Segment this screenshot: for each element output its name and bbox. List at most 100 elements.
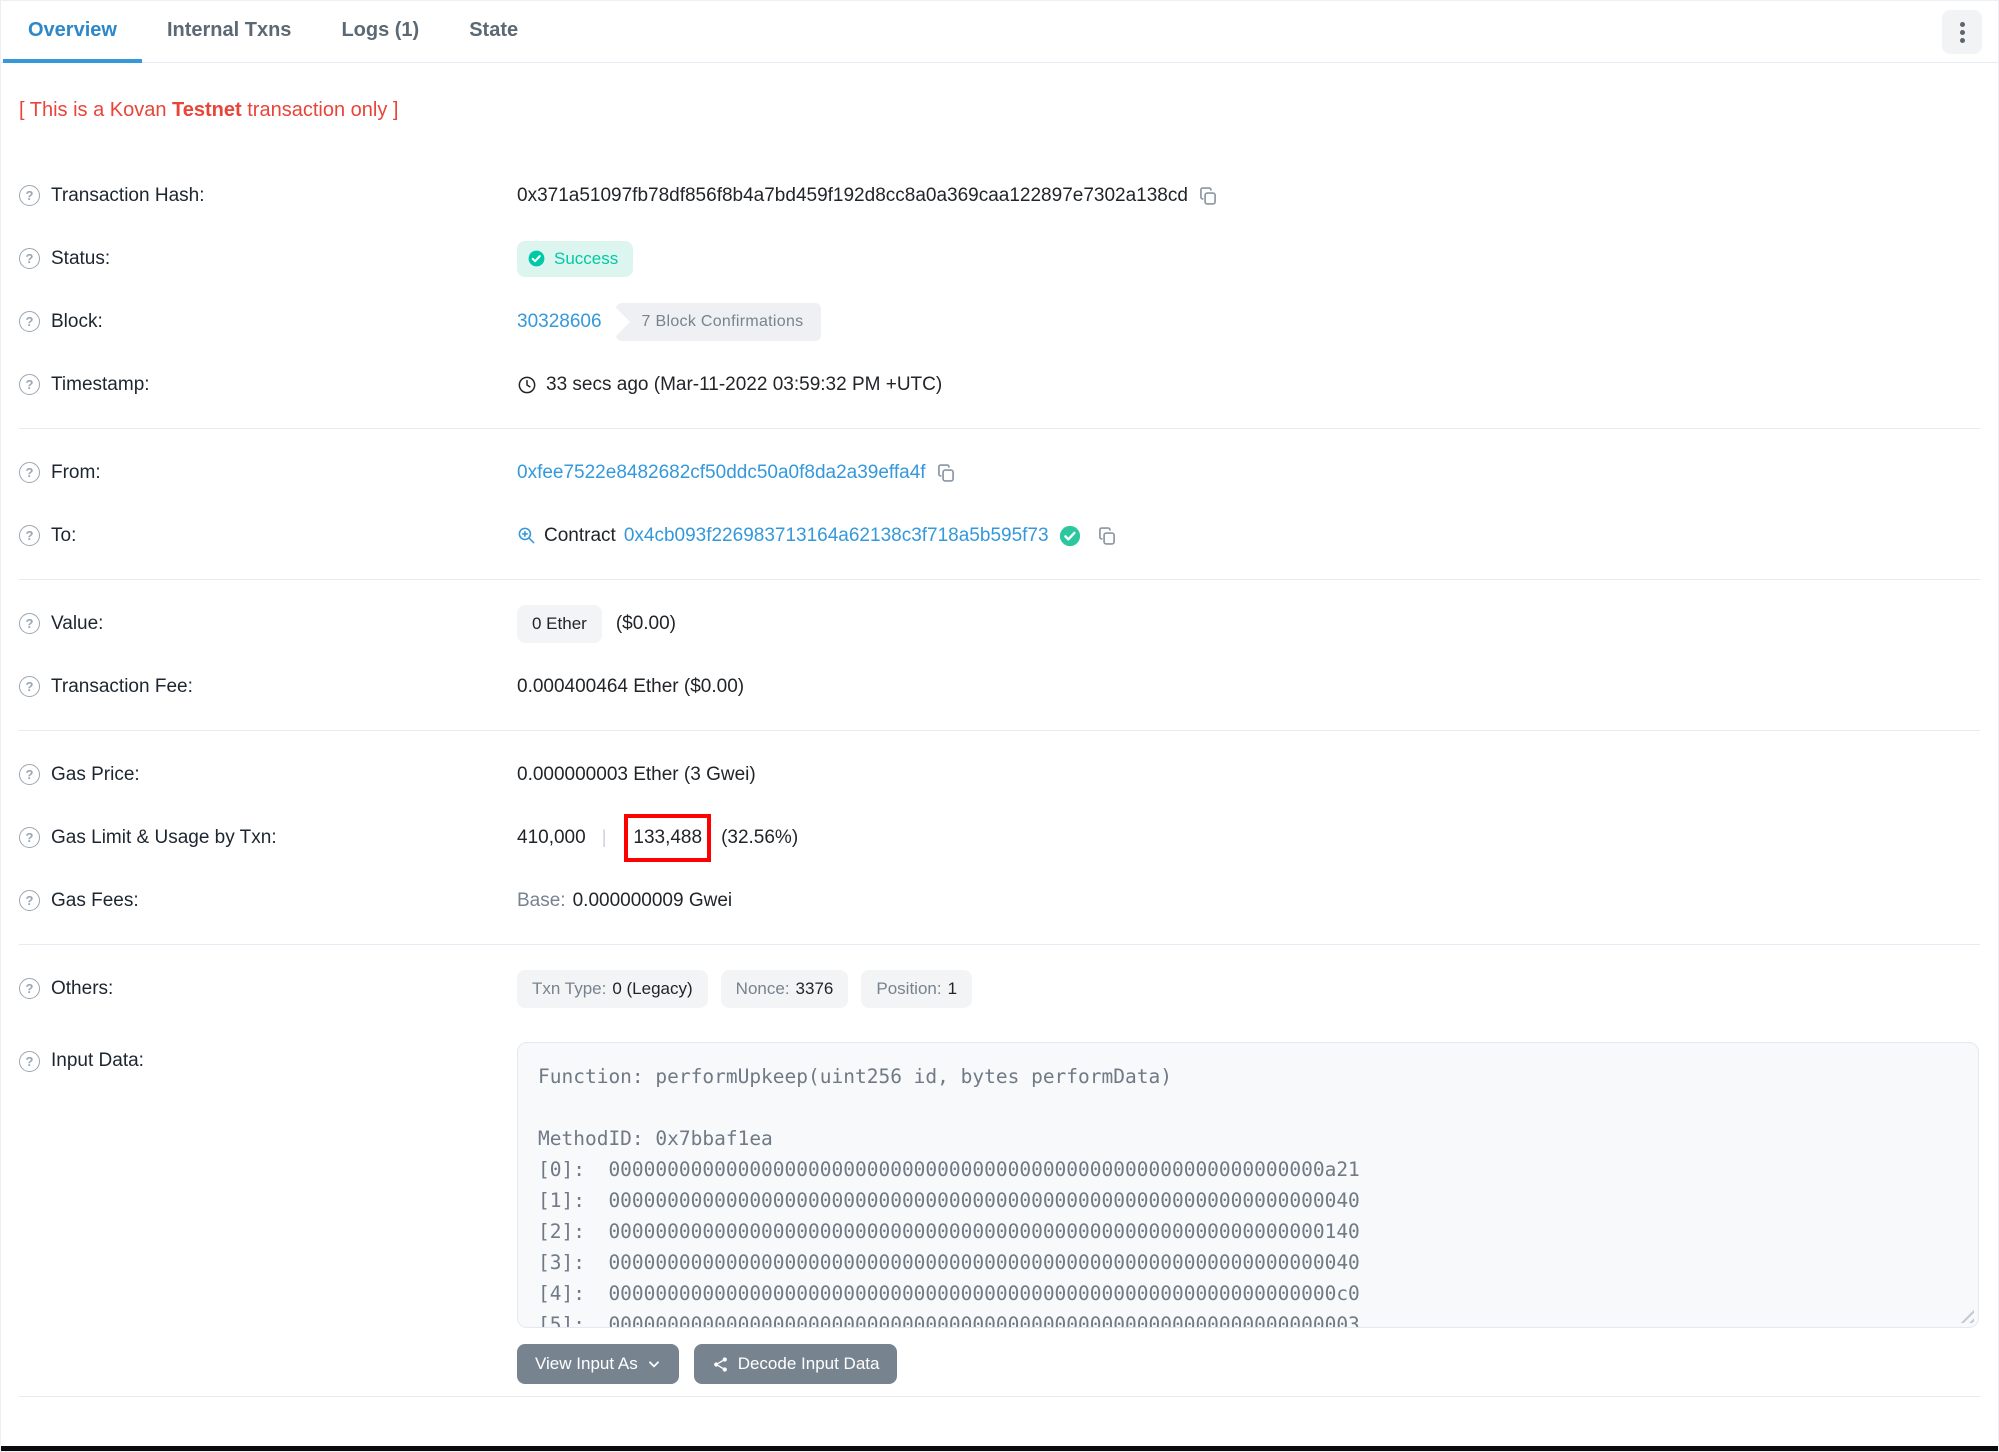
nonce-value: 3376 (795, 978, 834, 998)
clock-icon (517, 375, 537, 395)
copy-icon[interactable] (1097, 526, 1117, 546)
transaction-hash-value: 0x371a51097fb78df856f8b4a7bd459f192d8cc8… (517, 184, 1188, 206)
help-icon[interactable]: ? (19, 185, 40, 206)
gas-price-label: Gas Price: (51, 763, 140, 785)
timestamp-value: 33 secs ago (Mar-11-2022 03:59:32 PM +UT… (546, 373, 943, 395)
status-label: Status: (51, 247, 111, 269)
position-label: Position: (876, 978, 942, 998)
input-data-actions: View Input As Decode Input Data (517, 1344, 1980, 1384)
block-number-link[interactable]: 30328606 (517, 311, 602, 333)
row-timestamp: ? Timestamp: 33 secs ago (Mar-11-2022 03… (19, 353, 1980, 416)
txn-type-value: 0 (Legacy) (612, 978, 693, 998)
gas-limit-value: 410,000 (517, 826, 586, 848)
from-address-link[interactable]: 0xfee7522e8482682cf50ddc50a0f8da2a39effa… (517, 462, 926, 484)
block-confirmations-badge: 7 Block Confirmations (615, 302, 822, 341)
input-data-textarea[interactable]: Function: performUpkeep(uint256 id, byte… (517, 1042, 1979, 1328)
transaction-overview-page: Overview Internal Txns Logs (1) State [ … (1, 1, 1998, 1451)
more-options-button[interactable] (1942, 10, 1982, 54)
gas-limit-usage-label: Gas Limit & Usage by Txn: (51, 826, 277, 848)
help-icon[interactable]: ? (19, 613, 40, 634)
from-label: From: (51, 461, 101, 483)
decode-input-data-label: Decode Input Data (737, 1354, 880, 1373)
section-addresses: ? From: 0xfee7522e8482682cf50ddc50a0f8da… (19, 429, 1980, 580)
block-label: Block: (51, 310, 103, 332)
position-value: 1 (947, 978, 958, 998)
row-others: ? Others: Txn Type: 0 (Legacy) Nonce: 33… (19, 957, 1980, 1020)
tab-state[interactable]: State (444, 1, 543, 63)
help-icon[interactable]: ? (19, 462, 40, 483)
gas-fees-base-label: Base: (517, 889, 566, 911)
tab-logs[interactable]: Logs (1) (316, 1, 444, 63)
resize-handle-icon[interactable] (1959, 1308, 1974, 1323)
section-summary: ? Transaction Hash: 0x371a51097fb78df856… (19, 152, 1980, 429)
help-icon[interactable]: ? (19, 827, 40, 848)
input-data-text: Function: performUpkeep(uint256 id, byte… (538, 1065, 1360, 1328)
help-icon[interactable]: ? (19, 978, 40, 999)
row-gas-fees: ? Gas Fees: Base: 0.000000009 Gwei (19, 869, 1980, 932)
decode-input-data-button[interactable]: Decode Input Data (693, 1344, 898, 1384)
txn-type-label: Txn Type: (532, 978, 607, 998)
row-to: ? To: Contract 0x4cb093f226983713164a621… (19, 504, 1980, 567)
section-value: ? Value: 0 Ether ($0.00) ? Transaction F… (19, 580, 1980, 731)
gas-used-value: 133,488 (633, 826, 703, 848)
to-label: To: (51, 524, 77, 546)
help-icon[interactable]: ? (19, 1050, 40, 1072)
tab-overview[interactable]: Overview (3, 1, 142, 63)
transaction-fee-label: Transaction Fee: (51, 675, 193, 697)
row-status: ? Status: Success (19, 227, 1980, 290)
gas-fees-label: Gas Fees: (51, 889, 139, 911)
help-icon[interactable]: ? (19, 525, 40, 546)
highlight-box: 133,488 (624, 813, 712, 862)
timestamp-label: Timestamp: (51, 373, 150, 395)
check-circle-icon (528, 250, 545, 267)
help-icon[interactable]: ? (19, 248, 40, 269)
row-block: ? Block: 30328606 7 Block Confirmations (19, 290, 1980, 353)
status-badge-text: Success (554, 248, 619, 268)
gas-fees-base-value: 0.000000009 Gwei (572, 889, 733, 911)
view-input-as-button[interactable]: View Input As (517, 1344, 679, 1384)
help-icon[interactable]: ? (19, 676, 40, 697)
notice-bold: Testnet (172, 99, 242, 121)
copy-icon[interactable] (936, 463, 956, 483)
verified-check-icon (1059, 525, 1081, 547)
value-ether-badge: 0 Ether (517, 604, 602, 643)
row-value: ? Value: 0 Ether ($0.00) (19, 592, 1980, 655)
help-icon[interactable]: ? (19, 311, 40, 332)
transaction-fee-value: 0.000400464 Ether ($0.00) (517, 675, 745, 697)
value-label: Value: (51, 612, 104, 634)
value-usd: ($0.00) (615, 612, 677, 634)
gas-price-value: 0.000000003 Ether (3 Gwei) (517, 763, 756, 785)
gas-used-percent: (32.56%) (721, 826, 799, 848)
help-icon[interactable]: ? (19, 890, 40, 911)
chevron-down-icon (648, 1361, 659, 1368)
bottom-edge-bar (1, 1446, 1998, 1451)
tab-internal-txns[interactable]: Internal Txns (142, 1, 316, 63)
to-address-link[interactable]: 0x4cb093f226983713164a62138c3f718a5b595f… (624, 525, 1049, 547)
notice-suffix: transaction only ] (241, 99, 399, 121)
kebab-icon (1959, 29, 1965, 35)
txn-type-badge: Txn Type: 0 (Legacy) (517, 969, 708, 1008)
copy-icon[interactable] (1198, 186, 1218, 206)
section-others-input: ? Others: Txn Type: 0 (Legacy) Nonce: 33… (19, 945, 1980, 1397)
help-icon[interactable]: ? (19, 764, 40, 785)
nonce-label: Nonce: (735, 978, 790, 998)
row-from: ? From: 0xfee7522e8482682cf50ddc50a0f8da… (19, 441, 1980, 504)
to-contract-word: Contract (544, 524, 616, 546)
tab-bar: Overview Internal Txns Logs (1) State (1, 1, 1998, 63)
section-gas: ? Gas Price: 0.000000003 Ether (3 Gwei) … (19, 731, 1980, 945)
others-label: Others: (51, 977, 114, 999)
gas-separator: | (601, 827, 607, 847)
row-input-data: ? Input Data: Function: performUpkeep(ui… (19, 1020, 1980, 1328)
row-transaction-fee: ? Transaction Fee: 0.000400464 Ether ($0… (19, 655, 1980, 718)
notice-prefix: [ This is a Kovan (19, 99, 173, 121)
nonce-badge: Nonce: 3376 (720, 969, 849, 1008)
input-data-label: Input Data: (51, 1050, 144, 1071)
overview-content: ? Transaction Hash: 0x371a51097fb78df856… (1, 152, 1998, 1397)
status-badge: Success (517, 240, 634, 277)
position-badge: Position: 1 (861, 969, 973, 1008)
row-gas-limit-usage: ? Gas Limit & Usage by Txn: 410,000 | 13… (19, 806, 1980, 869)
magnifier-plus-icon[interactable] (517, 526, 536, 545)
view-input-as-label: View Input As (535, 1354, 638, 1373)
testnet-notice: [ This is a Kovan Testnet transaction on… (1, 63, 1998, 152)
help-icon[interactable]: ? (19, 374, 40, 395)
